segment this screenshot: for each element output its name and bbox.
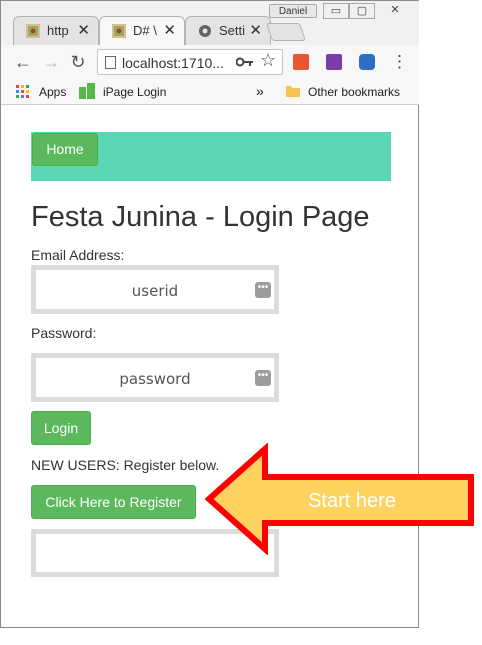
register-button[interactable]: Click Here to Register	[31, 485, 196, 519]
password-label: Password:	[31, 325, 97, 341]
password-manager-key-icon[interactable]: •••	[255, 370, 271, 386]
tab-2-close-icon[interactable]: ✕	[163, 21, 176, 39]
bookmark-ipage-login[interactable]: iPage Login	[103, 85, 166, 99]
page-favicon-icon	[112, 24, 126, 38]
password-field[interactable]: password •••	[31, 353, 279, 402]
close-window-button[interactable]: ✕	[375, 3, 415, 19]
browser-toolbar: ← → ↻ localhost:1710... ☆ ⋮	[1, 45, 419, 79]
tab-3[interactable]: Setti ✕	[185, 16, 271, 45]
tab-3-label: Setti	[219, 23, 246, 38]
email-label: Email Address:	[31, 247, 125, 263]
back-arrow-icon[interactable]: ←	[13, 52, 33, 72]
info-page-icon[interactable]	[104, 56, 117, 69]
apps-grid-icon[interactable]	[16, 85, 29, 98]
email-field[interactable]: userid •••	[31, 265, 279, 314]
start-here-arrow: Start here	[205, 443, 474, 555]
url-text: localhost:1710...	[122, 55, 224, 71]
password-manager-key-icon[interactable]: •••	[255, 282, 271, 298]
new-tab-button[interactable]	[266, 23, 306, 41]
page-title: Festa Junina - Login Page	[31, 201, 370, 233]
office-extension-icon[interactable]	[293, 54, 309, 70]
menu-icon[interactable]: ⋮	[391, 52, 408, 72]
tab-2-label: D# \	[133, 23, 157, 38]
tab-2[interactable]: D# \ ✕	[99, 16, 185, 45]
maximize-button[interactable]: ▢	[349, 3, 375, 19]
address-bar[interactable]: localhost:1710...	[97, 49, 283, 75]
extension-icon[interactable]	[359, 54, 375, 70]
site-navbar: Home	[31, 132, 391, 181]
settings-gear-icon	[199, 25, 211, 37]
bookmarks-bar: Apps iPage Login » Other bookmarks	[1, 79, 419, 105]
more-bookmarks-chevron-icon[interactable]: »	[256, 83, 264, 99]
login-button[interactable]: Login	[31, 411, 91, 445]
bookmark-star-icon[interactable]: ☆	[260, 50, 276, 71]
bookmark-apps[interactable]: Apps	[39, 85, 66, 99]
tab-1-label: http	[47, 23, 69, 38]
tab-1-close-icon[interactable]: ✕	[77, 21, 90, 39]
tab-1[interactable]: http ✕	[13, 16, 99, 45]
password-placeholder: password	[119, 370, 191, 388]
minimize-button[interactable]: ▭	[323, 3, 349, 19]
title-bar: Daniel ▭ ▢ ✕ http ✕ D# \ ✕ Setti ✕	[1, 1, 419, 45]
ipage-icon	[79, 83, 95, 99]
page-favicon-icon	[26, 24, 40, 38]
new-users-text: NEW USERS: Register below.	[31, 457, 220, 473]
email-placeholder: userid	[131, 282, 179, 300]
folder-icon	[286, 86, 300, 97]
start-here-label: Start here	[308, 490, 396, 512]
profile-name[interactable]: Daniel	[269, 4, 317, 18]
reload-icon[interactable]: ↻	[68, 52, 88, 72]
home-button[interactable]: Home	[32, 133, 98, 166]
forward-arrow-icon[interactable]: →	[41, 52, 61, 72]
onenote-extension-icon[interactable]	[326, 54, 342, 70]
bookmark-other[interactable]: Other bookmarks	[308, 85, 400, 99]
tab-3-close-icon[interactable]: ✕	[249, 21, 262, 39]
key-icon[interactable]	[236, 57, 254, 67]
